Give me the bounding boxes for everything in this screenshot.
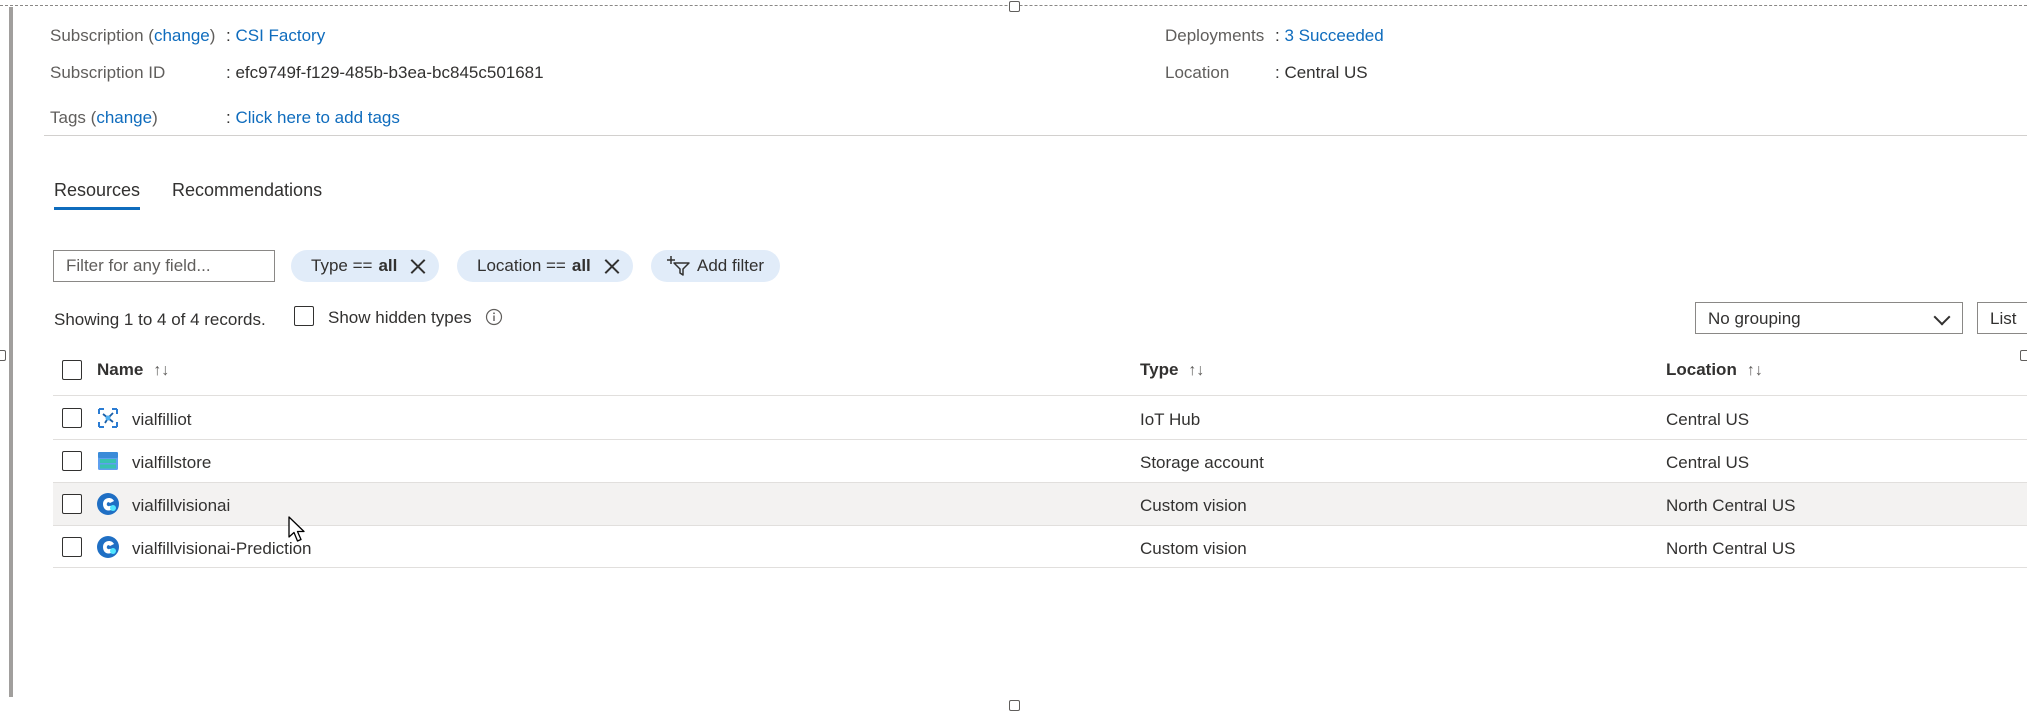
resource-type: IoT Hub [1140,410,1201,429]
add-filter-button[interactable]: Add filter [651,250,781,282]
mouse-cursor-icon [288,516,305,542]
remove-location-filter-icon[interactable] [603,257,621,275]
location-filter-label: Location == [477,256,566,275]
tags-value: : Click here to add tags [226,108,400,127]
remove-type-filter-icon[interactable] [409,257,427,275]
add-filter-icon [667,256,690,276]
resize-handle-left[interactable] [0,350,6,361]
resource-location: North Central US [1666,496,1796,515]
resource-location: North Central US [1666,539,1796,558]
subscription-label: Subscription (change) [50,26,216,45]
sort-name-icon[interactable]: ↑↓ [153,362,169,379]
subscription-link[interactable]: CSI Factory [235,26,325,45]
iot-hub-icon [98,408,118,428]
resource-type: Custom vision [1140,496,1247,515]
resource-name-link[interactable]: vialfillvisionai-Prediction [132,539,312,559]
grouping-dropdown[interactable]: No grouping [1695,302,1963,334]
row-checkbox[interactable] [62,408,82,428]
essentials-divider [44,135,2027,136]
tab-recommendations[interactable]: Recommendations [172,180,322,201]
chevron-down-icon [1933,308,1951,326]
resource-location: Central US [1666,410,1750,429]
grouping-value: No grouping [1708,309,1801,328]
selection-frame-left [9,7,13,697]
custom-vision-icon [97,493,119,515]
location-label: Location [1165,63,1230,82]
resource-type: Custom vision [1140,539,1247,558]
resource-name-link[interactable]: vialfilliot [132,410,192,430]
location-value: : Central US [1275,63,1368,82]
filter-input[interactable] [53,250,275,282]
row-checkbox[interactable] [62,451,82,471]
tab-resources-underline [54,207,140,210]
row-checkbox[interactable] [62,494,82,514]
custom-vision-icon [97,536,119,558]
deployments-link[interactable]: 3 Succeeded [1284,26,1383,45]
info-icon[interactable] [485,308,503,326]
show-hidden-types-label: Show hidden types [328,308,472,327]
deployments-label: Deployments [1165,26,1265,45]
subscription-change-link[interactable]: change [154,26,210,45]
record-count-text: Showing 1 to 4 of 4 records. [54,310,266,329]
row-checkbox[interactable] [62,537,82,557]
show-hidden-types-checkbox[interactable] [294,306,314,326]
tags-change-link[interactable]: change [96,108,152,127]
tab-resources[interactable]: Resources [54,180,140,201]
resize-handle-right[interactable] [2020,350,2027,361]
subscription-value: : CSI Factory [226,26,326,45]
location-filter-value: all [571,256,591,275]
row-divider [53,567,2027,568]
add-tags-link[interactable]: Click here to add tags [235,108,399,127]
resource-type: Storage account [1140,453,1264,472]
location-filter-pill[interactable]: Location == all [457,250,633,282]
sort-location-icon[interactable]: ↑↓ [1747,362,1763,379]
subscription-id-label: Subscription ID [50,63,166,82]
subscription-id-value: : efc9749f-f129-485b-b3ea-bc845c501681 [226,63,544,82]
storage-account-icon [98,452,118,470]
header-divider [53,395,2027,396]
column-header-name[interactable]: Name ↑↓ [97,360,169,380]
tags-label: Tags (change) [50,108,158,127]
view-list-button[interactable]: List [1977,302,2027,334]
add-filter-label: Add filter [697,256,765,275]
column-header-location[interactable]: Location ↑↓ [1666,360,1763,380]
sort-type-icon[interactable]: ↑↓ [1188,362,1204,379]
select-all-checkbox[interactable] [62,360,82,380]
column-header-type[interactable]: Type ↑↓ [1140,360,1204,380]
resource-name-link[interactable]: vialfillvisionai [132,496,230,516]
type-filter-label: Type == [311,256,373,275]
type-filter-pill[interactable]: Type == all [291,250,440,282]
resource-location: Central US [1666,453,1750,472]
resize-handle-top[interactable] [1009,1,1020,12]
type-filter-value: all [378,256,398,275]
deployments-value: : 3 Succeeded [1275,26,1384,45]
resource-name-link[interactable]: vialfillstore [132,453,211,473]
